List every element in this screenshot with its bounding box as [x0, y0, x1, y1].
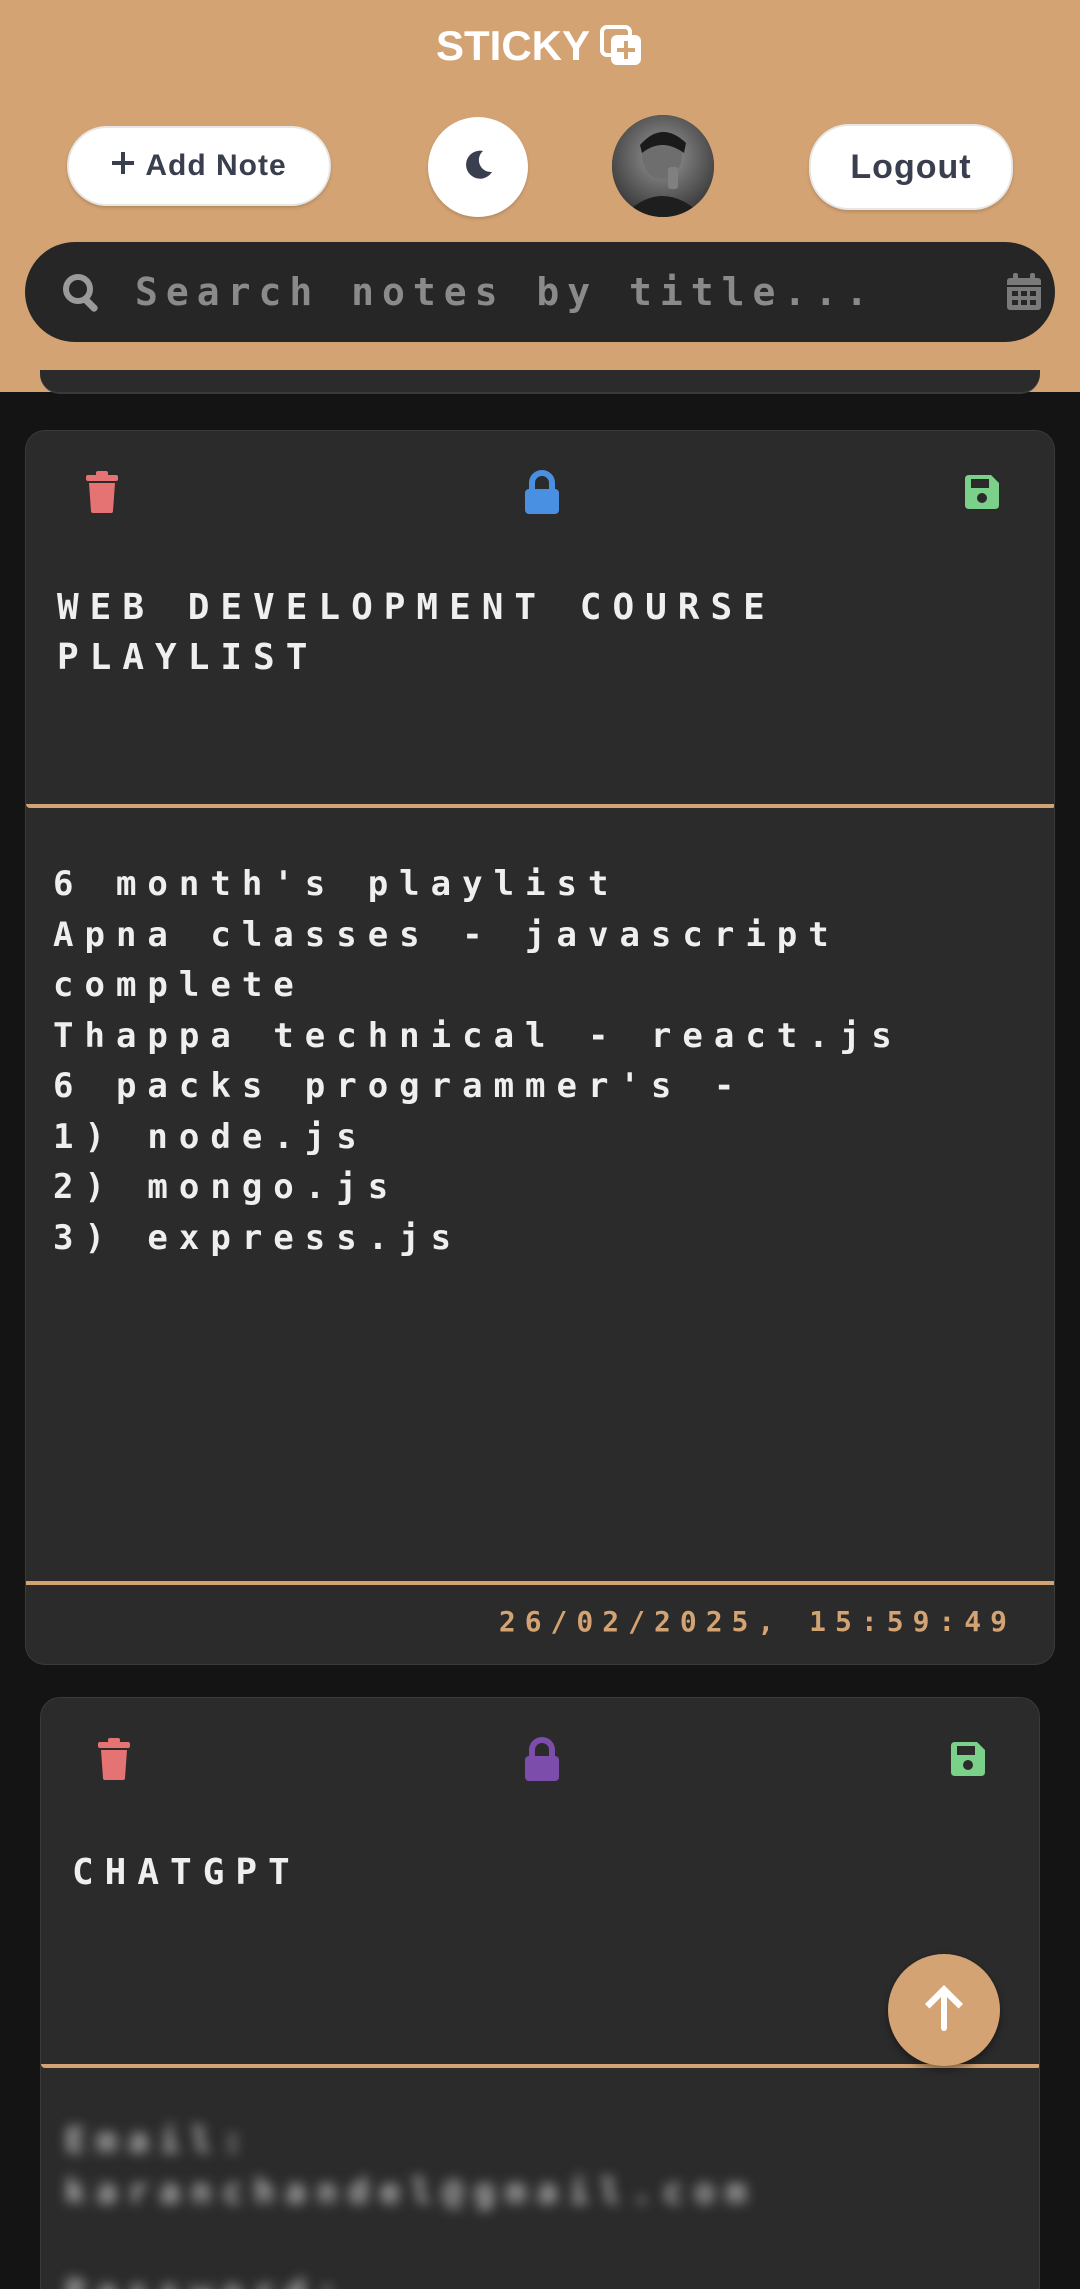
title-separator	[26, 804, 1054, 808]
brand: STICKY	[0, 22, 1080, 70]
app-header: STICKY Add Note Logout Search notes by t…	[0, 0, 1080, 392]
save-icon[interactable]	[946, 1736, 990, 1782]
trash-icon[interactable]	[80, 469, 124, 515]
note-card: WEB DEVELOPMENT COURSE PLAYLIST 6 month'…	[25, 430, 1055, 1665]
logout-button[interactable]: Logout	[809, 124, 1013, 210]
note-title[interactable]: CHATGPT	[72, 1848, 1002, 1898]
lock-icon[interactable]	[520, 1736, 564, 1782]
note-content[interactable]: Email: karanchandel@gmail.com Password:	[65, 2116, 1015, 2289]
theme-toggle-button[interactable]	[428, 117, 528, 217]
save-icon[interactable]	[960, 469, 1004, 515]
note-content[interactable]: 6 month's playlist Apna classes - javasc…	[53, 859, 1033, 1263]
app-title: STICKY	[435, 22, 590, 69]
logout-label: Logout	[850, 147, 972, 186]
calendar-icon[interactable]	[1005, 272, 1043, 317]
add-note-button[interactable]: Add Note	[67, 126, 331, 206]
footer-separator	[26, 1581, 1054, 1585]
avatar[interactable]	[612, 115, 714, 217]
note-title[interactable]: WEB DEVELOPMENT COURSE PLAYLIST	[57, 583, 1017, 683]
plus-icon	[111, 149, 135, 183]
search-input[interactable]	[135, 262, 955, 322]
brand-add-icon	[598, 23, 644, 69]
previous-note-card	[40, 370, 1040, 394]
arrow-up-icon	[921, 1983, 967, 2038]
moon-icon	[461, 148, 495, 187]
search-icon	[61, 272, 103, 319]
add-note-label: Add Note	[145, 149, 287, 182]
title-separator	[41, 2064, 1039, 2068]
note-timestamp: 26/02/2025, 15:59:49	[498, 1605, 1016, 1638]
lock-icon[interactable]	[520, 469, 564, 515]
scroll-to-top-button[interactable]	[888, 1954, 1000, 2066]
search-bar	[25, 242, 1055, 342]
trash-icon[interactable]	[92, 1736, 136, 1782]
